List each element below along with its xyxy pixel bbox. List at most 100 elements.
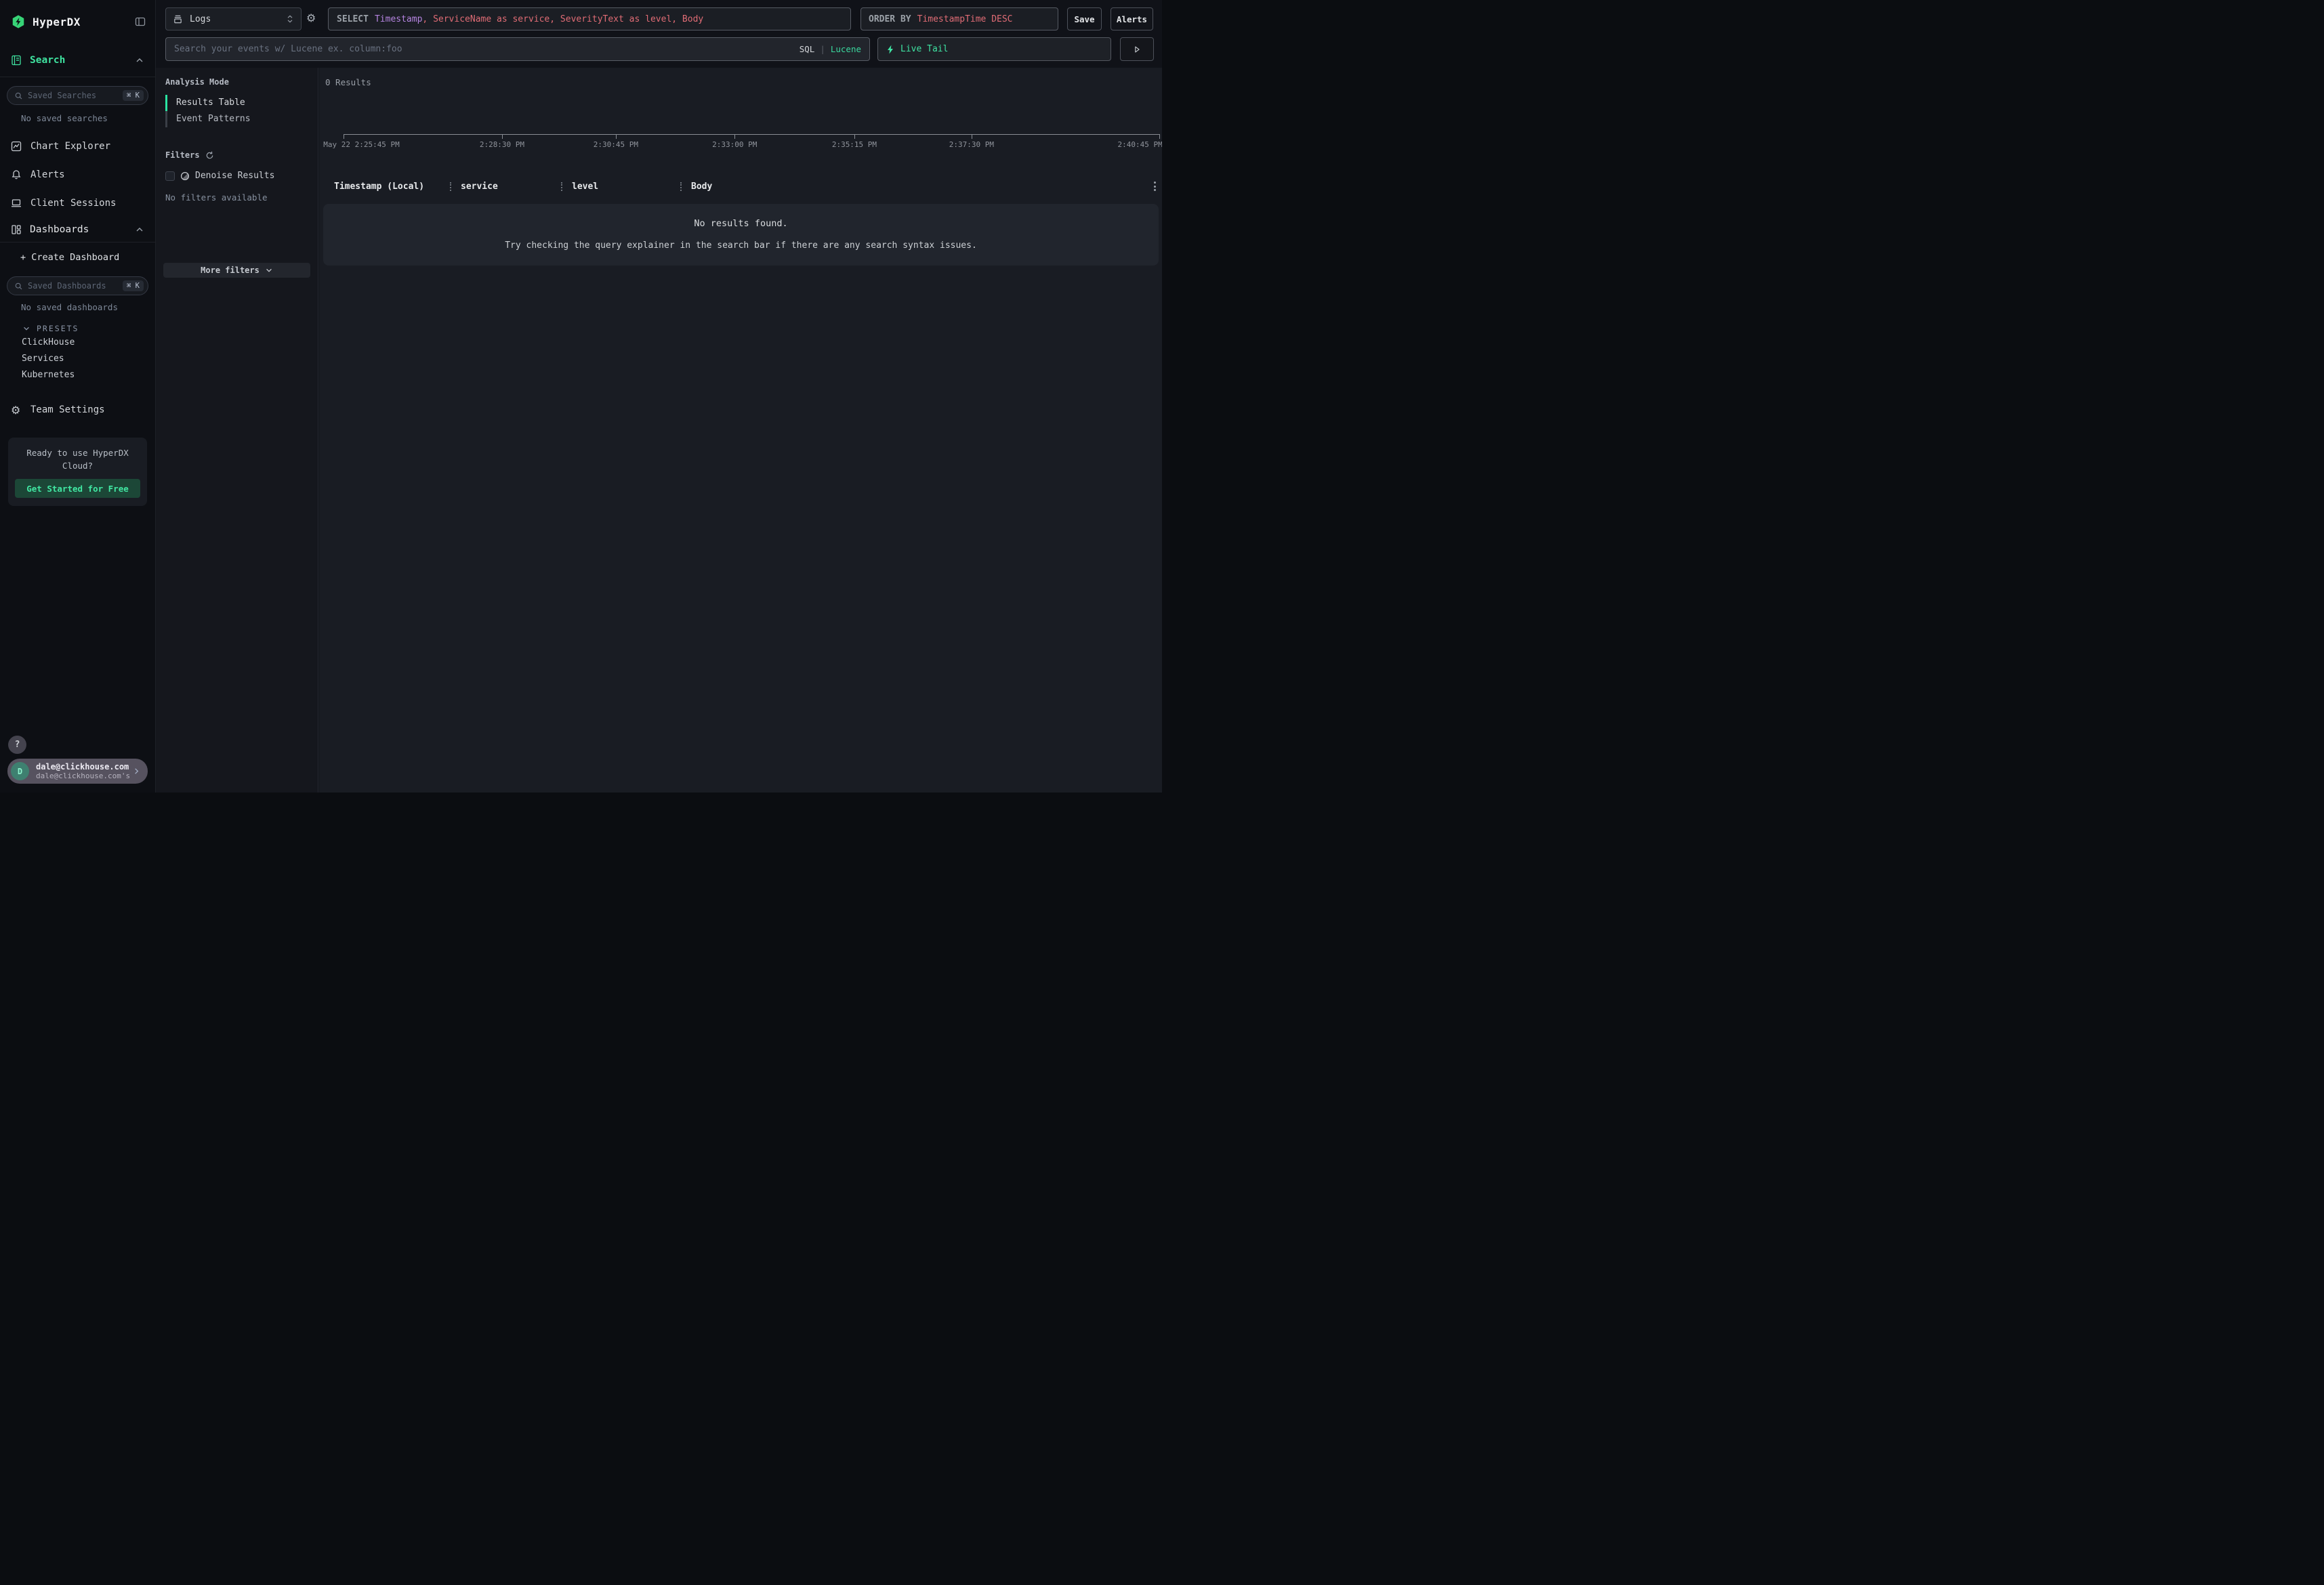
gear-icon: ⚙	[11, 404, 22, 417]
lightning-icon	[886, 45, 894, 54]
logo-row: HyperDX	[0, 0, 155, 43]
saved-dashboards-input[interactable]	[28, 281, 123, 291]
search-icon	[14, 282, 23, 291]
column-header-body[interactable]: Body	[691, 182, 1148, 192]
live-tail-button[interactable]: Live Tail	[877, 37, 1111, 61]
sql-keyword: SELECT	[337, 14, 369, 24]
chart-icon	[11, 141, 22, 152]
more-filters-button[interactable]: More filters	[163, 263, 310, 278]
laptop-icon	[11, 198, 22, 209]
presets-toggle[interactable]: PRESETS	[0, 322, 155, 335]
select-clause-input[interactable]: SELECT Timestamp, ServiceName as service…	[328, 7, 851, 30]
no-results-subtitle: Try checking the query explainer in the …	[323, 240, 1159, 251]
no-saved-searches-text: No saved searches	[0, 105, 155, 132]
preset-services[interactable]: Services	[0, 351, 155, 367]
sidebar-section-search[interactable]: Search	[0, 43, 155, 77]
topbar: Logs ⚙ SELECT Timestamp, ServiceName as …	[156, 0, 1162, 68]
mode-event-patterns[interactable]: Event Patterns	[165, 111, 318, 127]
sidebar-item-label: Chart Explorer	[30, 141, 110, 152]
order-by-input[interactable]: ORDER BY TimestampTime DESC	[860, 7, 1058, 30]
chevron-right-icon	[132, 767, 141, 776]
select-updown-icon	[286, 14, 294, 24]
avatar: D	[11, 762, 29, 780]
filters-heading: Filters	[156, 141, 318, 160]
column-header-service[interactable]: service	[461, 182, 561, 192]
language-toggle-lucene[interactable]: Lucene	[831, 44, 861, 54]
saved-dashboards-shortcut: ⌘ K	[123, 280, 144, 291]
saved-dashboards-input-wrap: ⌘ K	[7, 276, 148, 295]
language-toggle-sql[interactable]: SQL	[800, 44, 815, 54]
promo-line1: Ready to use HyperDX	[15, 446, 140, 459]
timeline-tick-label: May 22 2:25:45 PM	[323, 140, 400, 149]
source-settings-gear-icon[interactable]: ⚙	[306, 12, 316, 24]
preset-clickhouse[interactable]: ClickHouse	[0, 335, 155, 351]
chevron-up-icon[interactable]	[135, 56, 144, 65]
hyperdx-logo-icon	[11, 14, 26, 29]
timeline-tick-label: 2:33:00 PM	[712, 140, 757, 149]
column-resize-handle[interactable]	[561, 182, 562, 191]
column-header-level[interactable]: level	[572, 182, 680, 192]
hyperdx-app: HyperDX Search	[0, 0, 1162, 792]
saved-searches-shortcut: ⌘ K	[123, 90, 144, 101]
promo-line2: Cloud?	[15, 459, 140, 472]
results-timeline-chart[interactable]: May 22 2:25:45 PM 2:28:30 PM 2:30:45 PM …	[319, 129, 1162, 152]
sidebar-item-team-settings[interactable]: ⚙ Team Settings	[0, 396, 155, 424]
sidebar-item-client-sessions[interactable]: Client Sessions	[0, 189, 155, 217]
saved-searches-input-wrap: ⌘ K	[7, 86, 148, 105]
bell-icon	[11, 169, 22, 180]
save-button[interactable]: Save	[1067, 7, 1102, 30]
timeline-tick-label: 2:37:30 PM	[949, 140, 994, 149]
user-email: dale@clickhouse.com	[36, 762, 130, 772]
denoise-checkbox[interactable]	[165, 171, 175, 181]
timeline-tick-label: 2:40:45 PM	[1118, 140, 1162, 149]
denoise-icon	[180, 171, 190, 181]
mode-results-table[interactable]: Results Table	[165, 95, 318, 111]
preset-kubernetes[interactable]: Kubernetes	[0, 367, 155, 383]
presets-label: PRESETS	[37, 324, 79, 333]
sidebar-dashboards-label: Dashboards	[30, 224, 89, 235]
chevron-up-icon[interactable]	[135, 225, 144, 234]
sidebar-item-alerts[interactable]: Alerts	[0, 161, 155, 189]
column-resize-handle[interactable]	[680, 182, 682, 191]
filter-panel: Analysis Mode Results Table Event Patter…	[156, 68, 318, 792]
event-search-input[interactable]	[174, 44, 800, 54]
refresh-icon[interactable]	[205, 151, 214, 160]
sidebar-section-dashboards[interactable]: Dashboards	[0, 217, 155, 242]
more-filters-label: More filters	[201, 266, 260, 275]
source-select[interactable]: Logs	[165, 7, 302, 30]
get-started-button[interactable]: Get Started for Free	[15, 479, 140, 498]
no-filters-text: No filters available	[165, 192, 318, 203]
orderby-value: TimestampTime DESC	[917, 14, 1013, 24]
results-count: 0 Results	[325, 77, 371, 87]
logs-source-icon	[173, 14, 183, 24]
sidebar-item-chart-explorer[interactable]: Chart Explorer	[0, 132, 155, 161]
chevron-down-icon	[22, 324, 30, 333]
search-icon	[14, 91, 23, 100]
column-resize-handle[interactable]	[450, 182, 451, 191]
alerts-button[interactable]: Alerts	[1111, 7, 1153, 30]
cloud-promo-card: Ready to use HyperDX Cloud? Get Started …	[8, 438, 147, 506]
user-subtitle: dale@clickhouse.com's	[36, 772, 130, 780]
timeline-axis	[344, 134, 1159, 135]
sidebar-item-label: Team Settings	[30, 404, 105, 415]
sidebar: HyperDX Search	[0, 0, 156, 792]
help-button[interactable]: ?	[8, 736, 26, 754]
user-menu[interactable]: D dale@clickhouse.com dale@clickhouse.co…	[7, 759, 148, 784]
orderby-keyword: ORDER BY	[869, 14, 911, 24]
sidebar-collapse-icon[interactable]	[135, 16, 146, 27]
column-header-timestamp[interactable]: Timestamp (Local)	[334, 182, 450, 192]
app-title: HyperDX	[33, 16, 81, 28]
run-query-button[interactable]	[1120, 37, 1154, 61]
analysis-mode-list: Results Table Event Patterns	[165, 95, 318, 127]
dashboards-icon	[11, 224, 22, 235]
denoise-label: Denoise Results	[195, 171, 274, 181]
saved-searches-input[interactable]	[28, 91, 123, 100]
timeline-tick-label: 2:30:45 PM	[594, 140, 638, 149]
create-dashboard-button[interactable]: + Create Dashboard	[0, 242, 155, 272]
play-icon	[1132, 45, 1142, 54]
no-saved-dashboards-text: No saved dashboards	[0, 295, 155, 320]
timeline-tick-label: 2:35:15 PM	[832, 140, 877, 149]
sidebar-item-label: Alerts	[30, 169, 65, 180]
table-options-menu-icon[interactable]	[1148, 182, 1162, 191]
denoise-results-row[interactable]: Denoise Results	[165, 171, 318, 181]
